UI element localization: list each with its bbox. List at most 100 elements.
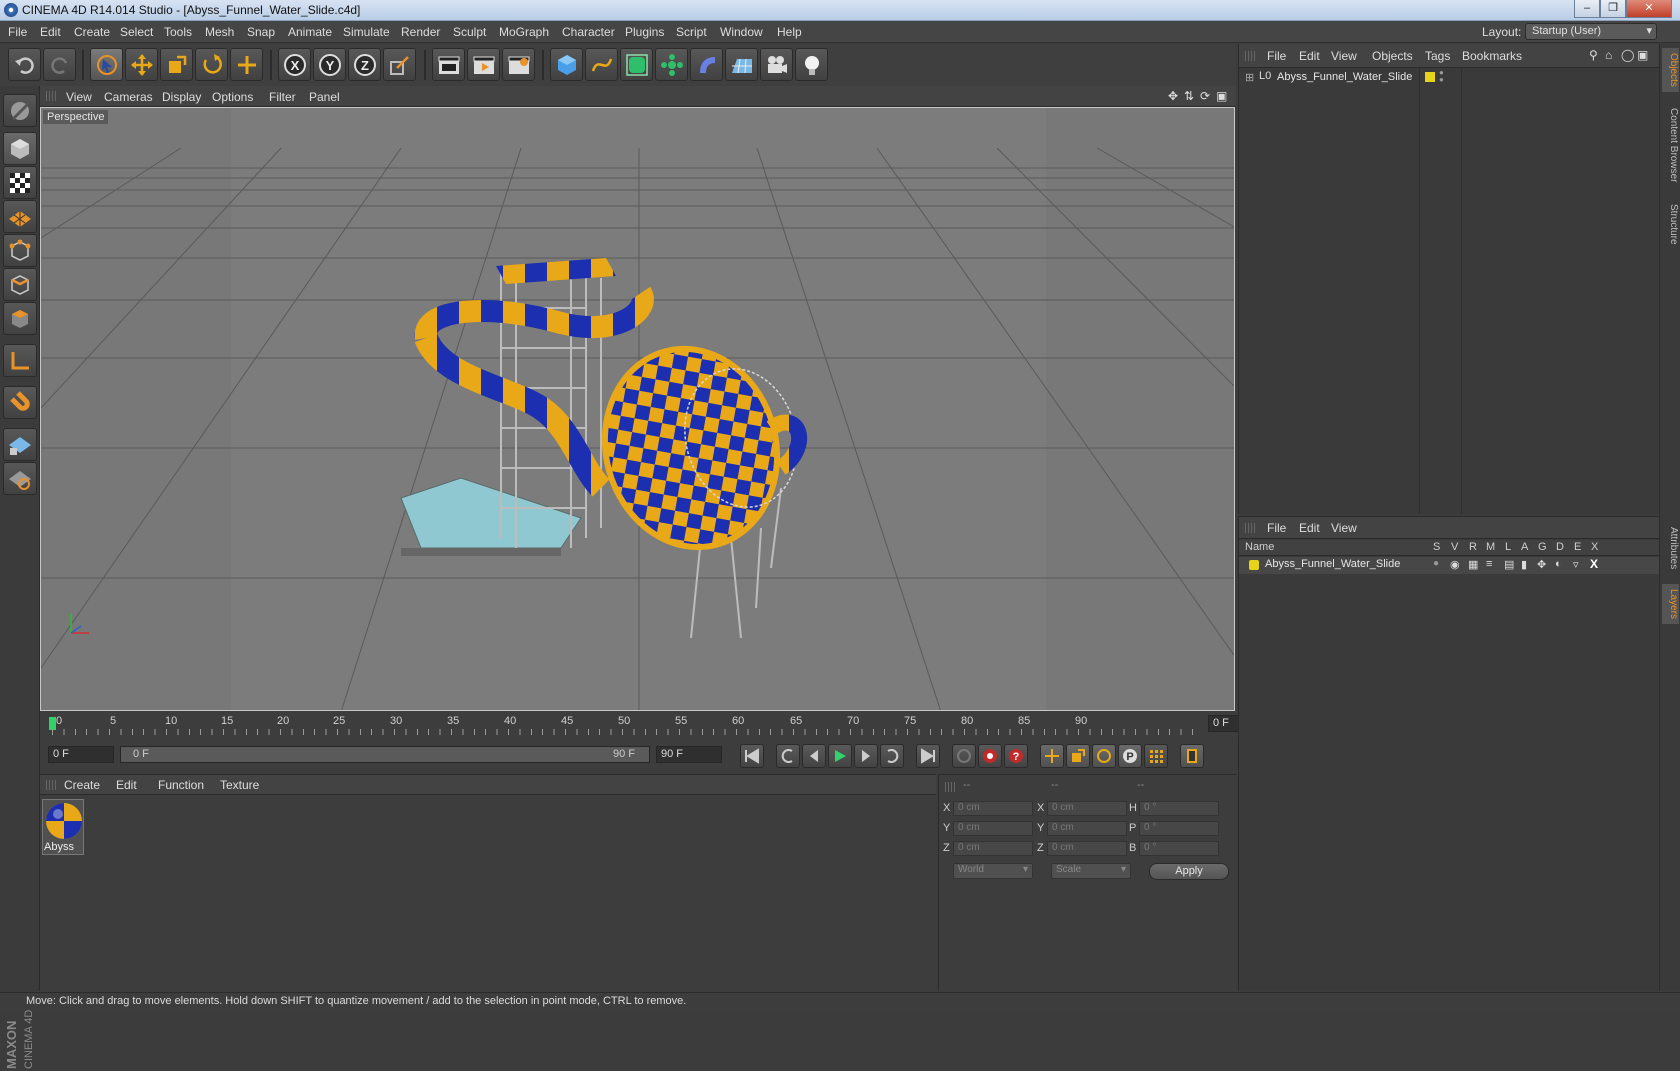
points-mode-button[interactable] xyxy=(3,234,37,267)
viewport-menu-options[interactable]: Options xyxy=(212,90,253,104)
render-to-picture-viewer-button[interactable] xyxy=(467,48,500,81)
spline-button[interactable] xyxy=(585,48,618,81)
make-editable-button[interactable] xyxy=(3,94,37,127)
render-view-button[interactable] xyxy=(432,48,465,81)
expand-icon[interactable]: ⊞ xyxy=(1245,71,1254,84)
coord-mode-select[interactable]: World ▾ xyxy=(953,863,1033,879)
layer-menu-file[interactable]: File xyxy=(1267,521,1286,535)
menu-edit[interactable]: Edit xyxy=(40,25,61,39)
coord-pos-y-field[interactable]: 0 cm xyxy=(953,821,1033,836)
live-selection-button[interactable] xyxy=(90,48,123,81)
menu-character[interactable]: Character xyxy=(562,25,615,39)
axis-mode-button[interactable] xyxy=(3,344,37,377)
material-menu-create[interactable]: Create xyxy=(64,778,100,792)
key-scale-button[interactable] xyxy=(1066,744,1090,768)
close-button[interactable]: ✕ xyxy=(1626,0,1672,18)
eye-icon[interactable]: ◉ xyxy=(1450,558,1460,571)
goto-start-button[interactable] xyxy=(740,744,764,768)
object-menu-objects[interactable]: Objects xyxy=(1372,49,1413,63)
camera-button[interactable] xyxy=(760,48,793,81)
x-axis-button[interactable]: X xyxy=(278,48,311,81)
object-menu-bookmarks[interactable]: Bookmarks xyxy=(1462,49,1522,63)
tab-attributes[interactable]: Attributes xyxy=(1662,518,1679,578)
add-object-button[interactable] xyxy=(230,48,263,81)
object-row[interactable]: ⊞ L0 Abyss_Funnel_Water_Slide ● ● xyxy=(1241,69,1656,87)
edges-mode-button[interactable] xyxy=(3,268,37,301)
model-mode-button[interactable] xyxy=(3,132,37,165)
keyframe-selection-button[interactable]: ? xyxy=(1004,744,1028,768)
z-axis-button[interactable]: Z xyxy=(348,48,381,81)
material-menu-edit[interactable]: Edit xyxy=(116,778,137,792)
layer-menu-view[interactable]: View xyxy=(1331,521,1357,535)
hierarchy-icon[interactable]: ≡ xyxy=(1486,558,1492,570)
material-swatch[interactable]: Abyss xyxy=(42,799,84,855)
array-button[interactable] xyxy=(655,48,688,81)
key-parameter-button[interactable]: P xyxy=(1118,744,1142,768)
polygons-mode-button[interactable] xyxy=(3,302,37,335)
light-button[interactable] xyxy=(795,48,828,81)
menu-window[interactable]: Window xyxy=(720,25,763,39)
menu-mograph[interactable]: MoGraph xyxy=(499,25,549,39)
key-position-button[interactable] xyxy=(1040,744,1064,768)
viewport-layout-icon[interactable]: ▣ xyxy=(1216,89,1227,103)
menu-create[interactable]: Create xyxy=(74,25,110,39)
prev-key-button[interactable] xyxy=(776,744,800,768)
coord-pos-x-field[interactable]: 0 cm xyxy=(953,801,1033,816)
material-menu-texture[interactable]: Texture xyxy=(220,778,259,792)
next-frame-button[interactable] xyxy=(854,744,878,768)
y-axis-button[interactable]: Y xyxy=(313,48,346,81)
menu-tools[interactable]: Tools xyxy=(164,25,192,39)
apply-button[interactable]: Apply xyxy=(1149,863,1229,880)
object-menu-tags[interactable]: Tags xyxy=(1425,49,1450,63)
autokey-button[interactable] xyxy=(978,744,1002,768)
deformer-icon[interactable]: ◐ xyxy=(1555,558,1562,570)
coord-rot-h-field[interactable]: 0 ° xyxy=(1139,801,1219,816)
menu-plugins[interactable]: Plugins xyxy=(625,25,664,39)
viewport-menu-filter[interactable]: Filter xyxy=(269,90,296,104)
cube-primitive-button[interactable] xyxy=(550,48,583,81)
viewport-menu-display[interactable]: Display xyxy=(162,90,201,104)
viewport-move-icon[interactable]: ✥ xyxy=(1168,89,1178,103)
viewport-menu-view[interactable]: View xyxy=(66,90,92,104)
viewport-perspective[interactable]: Perspective xyxy=(40,107,1235,711)
prev-frame-button[interactable] xyxy=(802,744,826,768)
timeline-window-button[interactable] xyxy=(1180,744,1204,768)
tab-objects[interactable]: Objects xyxy=(1662,48,1679,92)
object-menu-file[interactable]: File xyxy=(1267,49,1286,63)
tab-layers[interactable]: Layers xyxy=(1662,584,1679,624)
menu-mesh[interactable]: Mesh xyxy=(205,25,234,39)
menu-help[interactable]: Help xyxy=(777,25,802,39)
maximize-button[interactable]: ❐ xyxy=(1600,0,1626,18)
filter-icon[interactable]: ◯ xyxy=(1621,48,1634,62)
layer-color-tag[interactable] xyxy=(1425,72,1435,82)
object-menu-view[interactable]: View xyxy=(1331,49,1357,63)
menu-file[interactable]: File xyxy=(8,25,27,39)
viewport-zoom-icon[interactable]: ⇅ xyxy=(1184,89,1194,103)
menu-snap[interactable]: Snap xyxy=(247,25,275,39)
solo-dot-icon[interactable]: ● xyxy=(1433,558,1439,569)
key-pla-button[interactable] xyxy=(1144,744,1168,768)
generator-icon[interactable]: ✥ xyxy=(1537,558,1546,571)
render-icon[interactable]: ▦ xyxy=(1468,558,1478,571)
timeline-ruler[interactable]: 0 5 10 15 20 25 30 35 40 45 50 55 60 65 … xyxy=(40,712,1278,738)
frame-range-slider[interactable]: 0 F 90 F xyxy=(120,746,650,763)
coordinate-system-button[interactable] xyxy=(383,48,416,81)
coord-size-z-field[interactable]: 0 cm xyxy=(1047,841,1127,856)
render-settings-button[interactable] xyxy=(502,48,535,81)
play-button[interactable] xyxy=(828,744,852,768)
home-icon[interactable]: ⌂ xyxy=(1605,48,1612,62)
coord-size-x-field[interactable]: 0 cm xyxy=(1047,801,1127,816)
menu-script[interactable]: Script xyxy=(676,25,707,39)
snap-button[interactable] xyxy=(3,386,37,419)
coord-rot-b-field[interactable]: 0 ° xyxy=(1139,841,1219,856)
end-frame-field[interactable]: 90 F xyxy=(656,746,722,763)
locked-workplane-button[interactable] xyxy=(3,428,37,461)
next-key-button[interactable] xyxy=(880,744,904,768)
move-tool-button[interactable] xyxy=(125,48,158,81)
lock-icon[interactable]: ▤ xyxy=(1504,558,1514,571)
visibility-dots-icon[interactable]: ● ● xyxy=(1439,69,1444,84)
coord-rot-p-field[interactable]: 0 ° xyxy=(1139,821,1219,836)
tab-structure[interactable]: Structure xyxy=(1662,196,1679,252)
viewport-menu-panel[interactable]: Panel xyxy=(309,90,340,104)
record-keys-button[interactable] xyxy=(952,744,976,768)
